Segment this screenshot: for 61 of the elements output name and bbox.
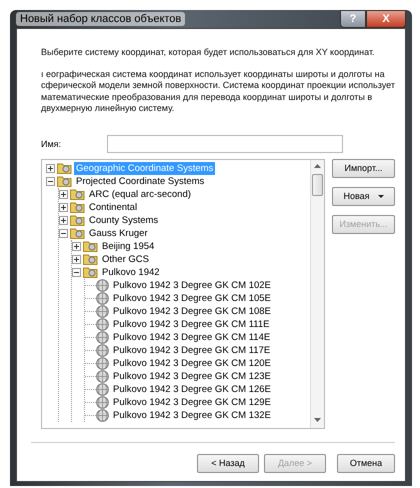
globe-icon — [96, 318, 109, 330]
collapse-toggle[interactable] — [46, 176, 55, 186]
tree-item[interactable]: Pulkovo 1942 3 Degree GK CM 126E — [111, 382, 273, 396]
tree-item[interactable]: Pulkovo 1942 3 Degree GK CM 117E — [111, 344, 272, 356]
intro-text: Выберите систему координат, которая будет использоваться для XY координат. — [41, 47, 376, 58]
expand-toggle[interactable] — [59, 202, 68, 212]
tree-item[interactable]: Gauss Kruger — [87, 226, 150, 240]
folder-icon — [83, 253, 98, 265]
folder-icon — [83, 266, 98, 278]
tree-item[interactable]: County Systems — [87, 214, 160, 226]
tree-item[interactable]: Pulkovo 1942 3 Degree GK CM 129E — [111, 396, 273, 408]
scrollbar[interactable] — [310, 160, 324, 428]
folder-icon — [57, 162, 72, 174]
description-text: ı еографическая система координат использует координаты широты и долготы на сферической модели земной поверхности. Система координат проекции использует математические преобразования для перевода координат широты и долготы в двухмерную линейную систему. — [41, 68, 395, 114]
side-button[interactable]: Новая — [332, 186, 395, 206]
folder-icon — [70, 188, 85, 200]
window-title: Новый набор классов объектов — [16, 12, 186, 26]
tree-item[interactable]: Pulkovo 1942 3 Degree GK CM 132E — [111, 408, 273, 422]
expand-toggle[interactable] — [72, 254, 81, 264]
tree-item[interactable]: Pulkovo 1942 3 Degree GK CM 105E — [111, 292, 273, 304]
tree-item[interactable]: Continental — [87, 200, 140, 214]
tree-item[interactable]: Pulkovo 1942 3 Degree GK CM 120E — [111, 356, 273, 370]
collapse-toggle[interactable] — [72, 268, 81, 276]
name-label: Имя: — [41, 138, 62, 148]
tree-item[interactable]: Pulkovo 1942 — [100, 266, 162, 278]
tree-item[interactable]: Pulkovo 1942 3 Degree GK CM 108E — [111, 304, 273, 318]
tree-item[interactable]: Pulkovo 1942 3 Degree GK CM 123E — [111, 370, 273, 382]
scroll-thumb[interactable] — [312, 174, 323, 196]
tree-item[interactable]: ARC (equal arc-second) — [87, 188, 193, 200]
tree-item[interactable]: Other GCS — [100, 252, 151, 266]
globe-icon — [96, 370, 109, 382]
globe-icon — [96, 396, 109, 408]
scroll-up-icon — [314, 164, 321, 168]
side-button[interactable]: Импорт... — [332, 158, 395, 178]
globe-icon — [96, 278, 109, 292]
globe-icon — [96, 292, 109, 304]
expand-toggle[interactable] — [59, 216, 68, 224]
expand-toggle[interactable] — [59, 190, 68, 198]
globe-icon — [96, 344, 109, 356]
tree-item[interactable]: Pulkovo 1942 3 Degree GK CM 102E — [111, 278, 273, 292]
folder-icon — [70, 201, 85, 213]
scroll-down-icon — [314, 418, 321, 422]
globe-icon — [96, 304, 109, 318]
tree-item[interactable]: Projected Coordinate Systems — [74, 174, 206, 188]
tree-item[interactable]: Pulkovo 1942 3 Degree GK CM 114E — [111, 330, 272, 344]
folder-icon — [70, 214, 85, 226]
wizard-button[interactable]: < Назад — [197, 454, 259, 472]
tree-item[interactable]: Pulkovo 1942 3 Degree GK CM 111E — [111, 318, 272, 330]
globe-icon — [96, 382, 109, 396]
wizard-button[interactable]: Отмена — [337, 454, 395, 472]
folder-icon — [83, 240, 98, 252]
expand-toggle[interactable] — [46, 164, 55, 172]
expand-toggle[interactable] — [72, 242, 81, 250]
globe-icon — [96, 330, 109, 344]
folder-icon — [70, 227, 85, 239]
collapse-toggle[interactable] — [59, 228, 68, 238]
globe-icon — [96, 356, 109, 370]
name-field[interactable] — [107, 134, 343, 152]
folder-icon — [57, 175, 72, 187]
tree-item[interactable]: Beijing 1954 — [100, 240, 156, 252]
globe-icon — [96, 408, 109, 422]
